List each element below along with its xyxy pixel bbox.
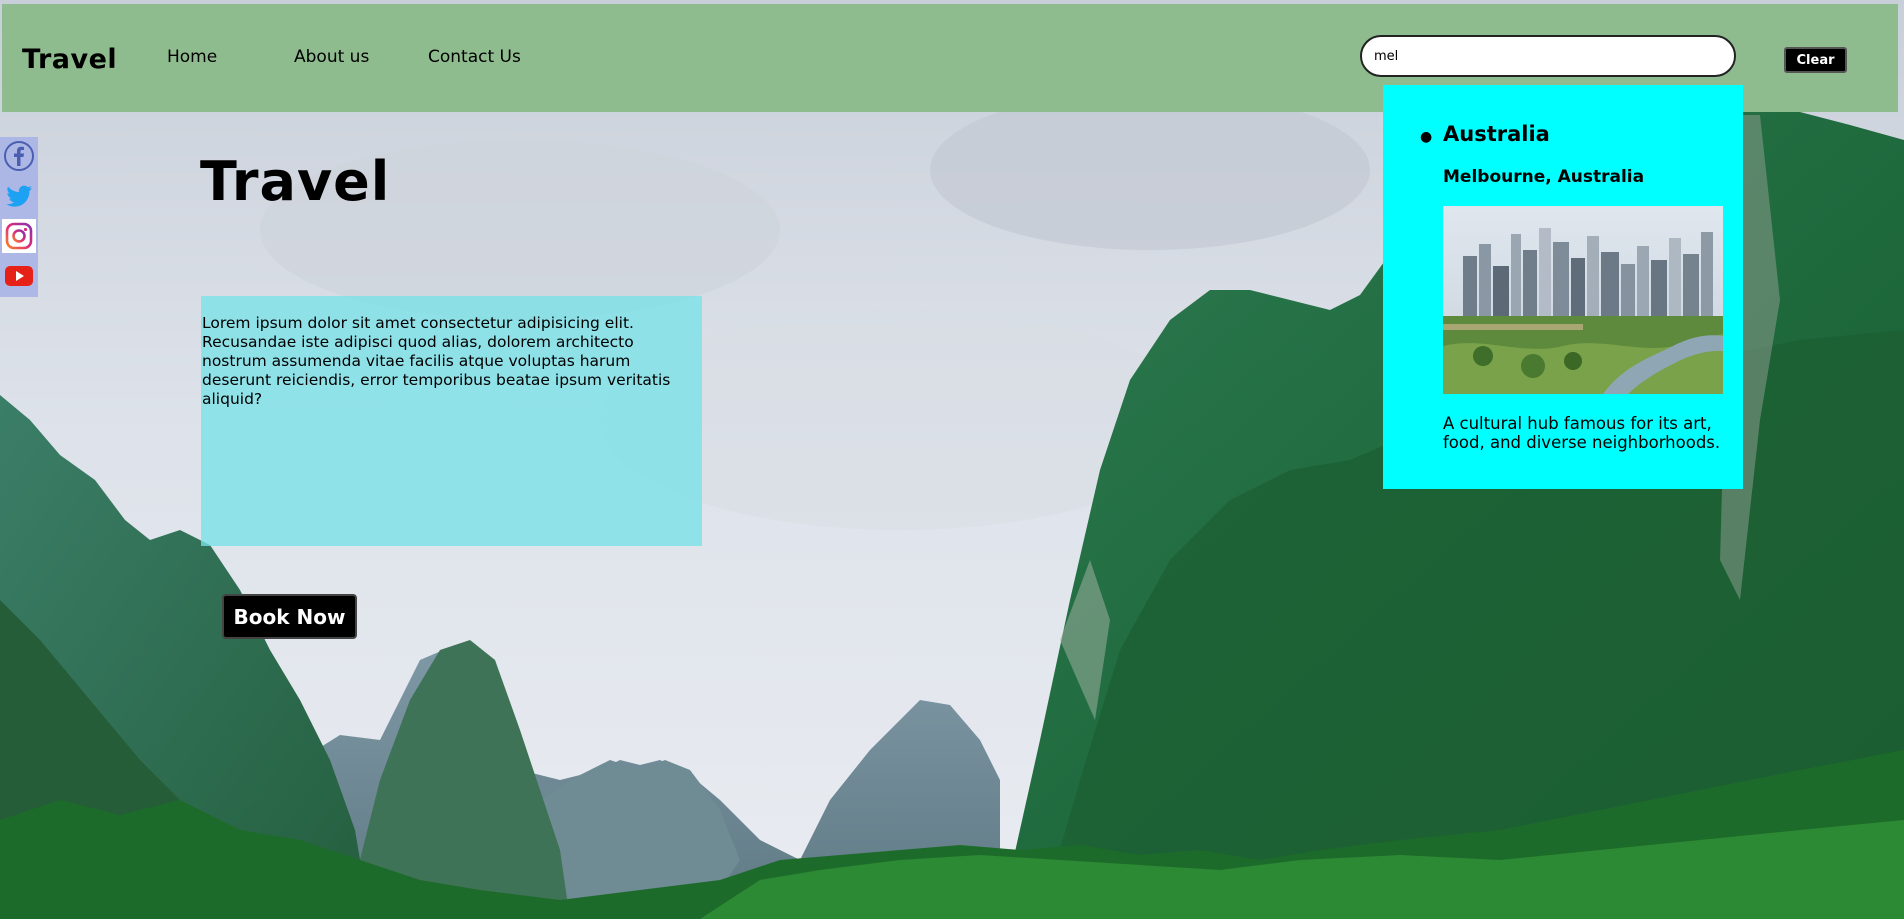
instagram-icon[interactable] <box>2 219 36 253</box>
bullet-icon: ● <box>1420 129 1433 145</box>
book-now-button[interactable]: Book Now <box>222 594 357 639</box>
result-description: A cultural hub famous for its art, food,… <box>1443 414 1721 452</box>
city-skyline-image[interactable] <box>1443 206 1723 394</box>
youtube-icon[interactable] <box>2 259 36 293</box>
twitter-icon[interactable] <box>2 179 36 213</box>
info-box: Lorem ipsum dolor sit amet consectetur a… <box>201 296 702 546</box>
brand-logo[interactable]: Travel <box>22 44 117 75</box>
facebook-icon[interactable] <box>2 139 36 173</box>
clear-button[interactable]: Clear <box>1784 47 1847 73</box>
hero-description: Lorem ipsum dolor sit amet consectetur a… <box>202 314 671 408</box>
social-sidebar <box>0 137 38 297</box>
search-input[interactable] <box>1360 35 1736 77</box>
search-results-dropdown: ● Australia Melbourne, Australia A cultu… <box>1383 85 1743 489</box>
hero-title: Travel <box>200 150 391 213</box>
result-country: Australia <box>1443 122 1550 146</box>
nav-link-contact-us[interactable]: Contact Us <box>428 47 521 67</box>
nav-link-home[interactable]: Home <box>167 47 217 67</box>
nav-link-about-us[interactable]: About us <box>294 47 369 67</box>
result-city: Melbourne, Australia <box>1443 167 1645 187</box>
